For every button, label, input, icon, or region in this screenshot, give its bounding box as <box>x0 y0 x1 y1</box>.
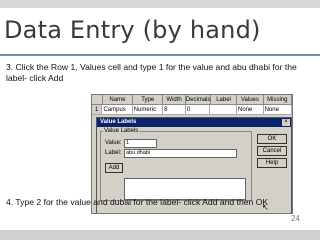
column-header-type[interactable]: Type <box>133 95 164 105</box>
cell-type[interactable]: Numeric <box>132 105 164 115</box>
cancel-button[interactable]: Cancel <box>257 146 287 156</box>
column-header-decimals[interactable]: Decimals <box>185 95 211 105</box>
cell-width[interactable]: 8 <box>163 105 186 115</box>
help-button[interactable]: Help <box>257 158 287 168</box>
column-header-values[interactable]: Values <box>237 95 264 105</box>
title-divider <box>0 54 320 56</box>
table-row: 1 Campus Numeric 8 0 None None <box>92 105 292 115</box>
row-number-header <box>92 95 103 105</box>
step-4-text: 4. Type 2 for the value and dubai for th… <box>6 197 269 207</box>
dialog-title: Value Labels <box>97 118 291 127</box>
cell-name[interactable]: Campus <box>102 105 133 115</box>
top-bar <box>0 0 320 8</box>
label-label-text: Label: <box>105 150 122 156</box>
grid-header-row: Name Type Width Decimals Label Values Mi… <box>92 95 292 105</box>
step-3-text: 3. Click the Row 1, Values cell and type… <box>6 62 297 83</box>
cell-label[interactable] <box>210 105 238 115</box>
row-number[interactable]: 1 <box>92 105 103 115</box>
label-input[interactable]: abu dhabi <box>124 149 237 158</box>
ok-button[interactable]: OK <box>257 134 287 144</box>
close-icon[interactable]: × <box>282 119 290 126</box>
column-header-label[interactable]: Label <box>210 95 238 105</box>
variable-view-grid: Name Type Width Decimals Label Values Mi… <box>92 95 292 115</box>
group-label: Value Labels <box>103 128 140 134</box>
column-header-width[interactable]: Width <box>163 95 186 105</box>
cell-values[interactable]: None <box>237 105 264 115</box>
bottom-bar <box>0 230 320 240</box>
spss-screenshot: Name Type Width Decimals Label Values Mi… <box>91 94 293 214</box>
value-input[interactable]: 1 <box>124 139 157 148</box>
slide-title: Data Entry (by hand) <box>4 16 261 44</box>
column-header-name[interactable]: Name <box>102 95 134 105</box>
cell-missing[interactable]: None <box>263 105 292 115</box>
column-header-missing[interactable]: Missing <box>263 95 292 105</box>
value-label-text: Value: <box>105 140 122 146</box>
page-number: 24 <box>291 214 300 223</box>
add-button[interactable]: Add <box>105 163 123 173</box>
cell-decimals[interactable]: 0 <box>185 105 211 115</box>
